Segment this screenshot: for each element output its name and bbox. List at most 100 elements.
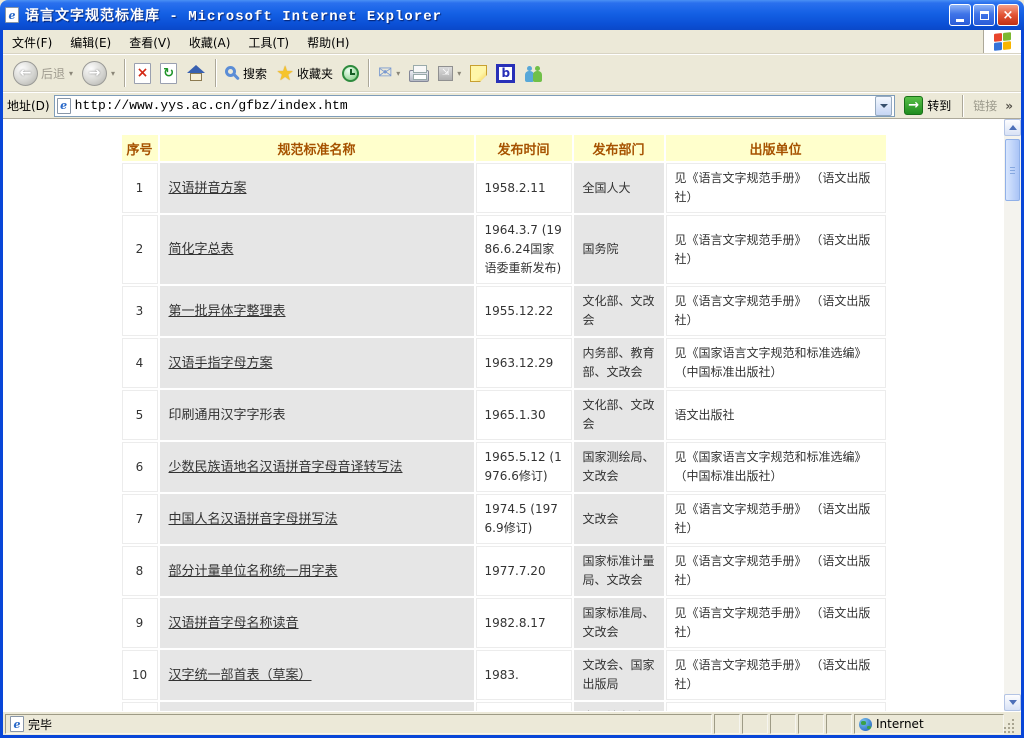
refresh-icon: ↻	[160, 63, 177, 84]
publish-date-cell: 1974.5 (1976.9修订)	[476, 494, 572, 544]
security-zone-pane: Internet	[854, 714, 1004, 734]
standard-link[interactable]: 汉语拼音字母名称读音	[169, 616, 299, 631]
standard-link[interactable]: 汉语手指字母方案	[169, 356, 273, 371]
row-number-cell: 5	[122, 390, 158, 440]
discuss-button[interactable]	[466, 57, 491, 89]
search-button[interactable]: 搜索	[221, 57, 271, 89]
print-button[interactable]	[405, 57, 433, 89]
standard-name-cell: 汉语拼音方案	[160, 163, 474, 213]
vertical-scrollbar[interactable]	[1004, 119, 1021, 711]
address-bar: 地址(D) e → 转到 链接 »	[3, 92, 1021, 119]
menu-bar: 文件(F) 编辑(E) 查看(V) 收藏(A) 工具(T) 帮助(H)	[3, 30, 1021, 54]
standard-name-cell: 汉字统一部首表（草案）	[160, 650, 474, 700]
table-header-row: 序号 规范标准名称 发布时间 发布部门 出版单位	[122, 135, 886, 161]
status-pane-empty	[742, 714, 768, 734]
standard-link[interactable]: 部分计量单位名称统一用字表	[169, 564, 338, 579]
zone-label: Internet	[876, 717, 924, 731]
back-dropdown-icon[interactable]: ▾	[69, 69, 73, 78]
url-field[interactable]	[75, 98, 872, 113]
refresh-button[interactable]: ↻	[156, 57, 181, 89]
back-label: 后退	[41, 65, 65, 82]
publish-dept-cell: 国家标准计量局、文改会	[574, 546, 664, 596]
forward-icon: →	[82, 61, 107, 86]
menu-help[interactable]: 帮助(H)	[298, 30, 358, 53]
publish-dept-cell: 国务院	[574, 215, 664, 284]
row-number-cell: 4	[122, 338, 158, 388]
publish-dept-cell: 全国人大	[574, 163, 664, 213]
standards-table: 序号 规范标准名称 发布时间 发布部门 出版单位 1汉语拼音方案1958.2.1…	[120, 133, 888, 711]
stop-button[interactable]: ×	[130, 57, 155, 89]
menu-favorites[interactable]: 收藏(A)	[180, 30, 240, 53]
mail-dropdown-icon[interactable]: ▾	[396, 69, 400, 78]
minimize-icon	[956, 19, 964, 22]
addressbar-separator	[962, 95, 963, 117]
links-chevron-icon[interactable]: »	[1005, 99, 1017, 113]
history-button[interactable]	[338, 57, 363, 89]
row-number-cell: 9	[122, 598, 158, 648]
row-number-cell: 1	[122, 163, 158, 213]
scroll-up-button[interactable]	[1004, 119, 1021, 136]
edit-button[interactable]: ⇲ ▾	[434, 57, 465, 89]
header-publisher: 出版单位	[666, 135, 886, 161]
standard-link[interactable]: 汉字统一部首表（草案）	[169, 668, 312, 683]
title-bar[interactable]: e 语言文字规范标准库 - Microsoft Internet Explore…	[0, 0, 1024, 30]
table-row: 4汉语手指字母方案1963.12.29内务部、教育部、文改会见《国家语言文字规范…	[122, 338, 886, 388]
search-label: 搜索	[243, 65, 267, 82]
standard-link[interactable]: 第一批异体字整理表	[169, 304, 286, 319]
forward-button[interactable]: → ▾	[78, 57, 119, 89]
header-number: 序号	[122, 135, 158, 161]
maximize-button[interactable]	[973, 4, 995, 26]
publisher-cell: 见《语言文字规范手册》 （语文出版社）	[666, 598, 886, 648]
row-number-cell: 7	[122, 494, 158, 544]
row-number-cell: 2	[122, 215, 158, 284]
home-button[interactable]	[182, 57, 210, 89]
standard-name-cell: 汉语手指字母方案	[160, 338, 474, 388]
favorites-button[interactable]: ★ 收藏夹	[272, 57, 337, 89]
scroll-down-button[interactable]	[1004, 694, 1021, 711]
table-row: 11中国地名汉语拼音字母拼写规则（汉语地名部分）1984.12.25中国地名委、…	[122, 702, 886, 711]
row-number-cell: 8	[122, 546, 158, 596]
standard-name-cell: 简化字总表	[160, 215, 474, 284]
close-button[interactable]: ×	[997, 4, 1019, 26]
search-icon	[225, 66, 236, 77]
row-number-cell: 11	[122, 702, 158, 711]
forward-dropdown-icon[interactable]: ▾	[111, 69, 115, 78]
table-row: 6少数民族语地名汉语拼音字母音译转写法1965.5.12 (1976.6修订)国…	[122, 442, 886, 492]
links-label[interactable]: 链接	[969, 97, 1001, 114]
scroll-up-icon	[1009, 125, 1017, 130]
address-label: 地址(D)	[7, 97, 50, 114]
publish-dept-cell: 中国地名委、文改会、国家测绘局	[574, 702, 664, 711]
status-pane-empty	[714, 714, 740, 734]
scrollbar-thumb[interactable]	[1005, 139, 1020, 201]
go-button[interactable]: → 转到	[899, 96, 956, 115]
resize-grip[interactable]	[1006, 714, 1019, 734]
publisher-cell: 见《国家语言文字规范和标准选编》（中国标准出版社）	[666, 442, 886, 492]
ie-window: e 语言文字规范标准库 - Microsoft Internet Explore…	[0, 0, 1024, 738]
menu-edit[interactable]: 编辑(E)	[61, 30, 120, 53]
scrollbar-track[interactable]	[1004, 201, 1021, 694]
menu-view[interactable]: 查看(V)	[120, 30, 180, 53]
standard-link[interactable]: 少数民族语地名汉语拼音字母音译转写法	[169, 460, 403, 475]
extension-b-button[interactable]: b	[492, 57, 519, 89]
chevron-down-icon	[880, 104, 888, 108]
standard-link[interactable]: 中国人名汉语拼音字母拼写法	[169, 512, 338, 527]
back-button[interactable]: ← 后退 ▾	[9, 57, 77, 89]
go-arrow-icon: →	[904, 96, 923, 115]
window-controls: ×	[949, 4, 1019, 26]
menu-file[interactable]: 文件(F)	[3, 30, 61, 53]
publisher-cell: 见《语言文字规范手册》 （语文出版社）	[666, 702, 886, 711]
status-bar: e 完毕 Internet	[3, 711, 1021, 735]
standard-link[interactable]: 简化字总表	[169, 242, 234, 257]
edit-dropdown-icon[interactable]: ▾	[457, 69, 461, 78]
status-page-icon: e	[10, 716, 24, 732]
publish-dept-cell: 国家标准局、文改会	[574, 598, 664, 648]
messenger-button[interactable]	[520, 57, 549, 89]
row-number-cell: 3	[122, 286, 158, 336]
menu-tools[interactable]: 工具(T)	[239, 30, 298, 53]
address-dropdown-button[interactable]	[875, 96, 892, 116]
mail-button[interactable]: ✉ ▾	[374, 57, 404, 89]
address-input[interactable]: e	[54, 95, 896, 117]
table-row: 7中国人名汉语拼音字母拼写法1974.5 (1976.9修订)文改会见《语言文字…	[122, 494, 886, 544]
minimize-button[interactable]	[949, 4, 971, 26]
standard-link[interactable]: 汉语拼音方案	[169, 181, 247, 196]
